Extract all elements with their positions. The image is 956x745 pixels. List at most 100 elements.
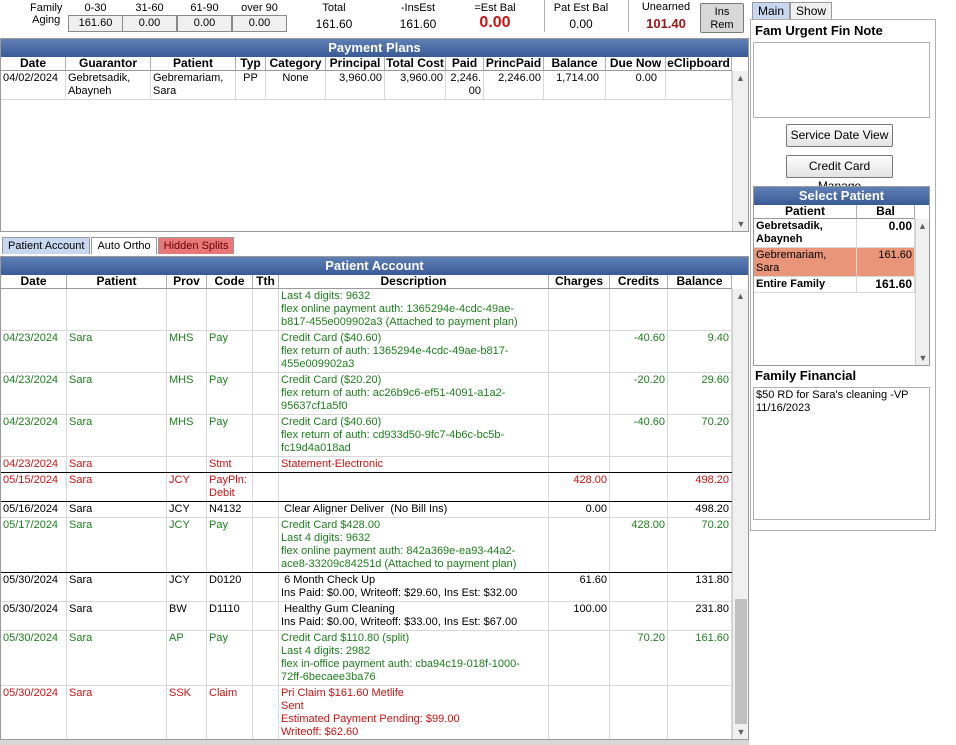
pa-scroll-thumb[interactable] xyxy=(735,599,747,724)
pa-charges: 100.00 xyxy=(549,602,610,630)
pa-date: 05/30/2024 xyxy=(1,573,67,601)
patient-name: Gebretsadik, Abayneh xyxy=(754,219,857,247)
tab-patient-account[interactable]: Patient Account xyxy=(2,237,91,254)
pa-description xyxy=(279,473,549,501)
pa-code: Pay xyxy=(207,373,253,414)
tab-hidden-splits[interactable]: Hidden Splits xyxy=(157,237,235,254)
pa-code: D1110 xyxy=(207,602,253,630)
pa-col-credits[interactable]: Credits xyxy=(610,275,668,288)
pp-col-total-cost[interactable]: Total Cost xyxy=(385,57,446,70)
scroll-down-icon[interactable]: ▼ xyxy=(733,725,748,739)
ins-rem-button[interactable]: Ins Rem xyxy=(700,3,744,33)
patient-row-entire-family[interactable]: Entire Family 161.60 xyxy=(754,277,915,293)
fam-urgent-fin-note-textbox[interactable] xyxy=(753,42,930,118)
patest-value: 0.00 xyxy=(569,17,593,31)
account-row[interactable]: 05/30/2024 Sara BW D1110 Healthy Gum Cleani… xyxy=(1,602,732,631)
pa-credits: -40.60 xyxy=(610,415,668,456)
account-row[interactable]: 05/30/2024 Sara AP Pay Credit Card $110.80 (… xyxy=(1,631,732,686)
pp-scrollbar[interactable]: ▲ ▼ xyxy=(732,71,748,231)
scroll-down-icon[interactable]: ▼ xyxy=(733,217,749,231)
patient-account-header: Date Patient Prov Code Tth Description C… xyxy=(1,275,732,289)
account-row[interactable]: 04/23/2024 Sara MHS Pay Credit Card ($40.60)… xyxy=(1,331,732,373)
pa-description: Pri Claim $161.60 Metlife Sent Estimated… xyxy=(279,686,549,739)
account-row[interactable]: 04/23/2024 Sara MHS Pay Credit Card ($40.60)… xyxy=(1,415,732,457)
pp-col-paid[interactable]: Paid xyxy=(446,57,484,70)
scroll-up-icon[interactable]: ▲ xyxy=(733,71,748,85)
aging-label: Aging xyxy=(32,14,61,26)
pa-tth xyxy=(253,602,279,630)
pa-col-charges[interactable]: Charges xyxy=(549,275,610,288)
sp-col-bal[interactable]: Bal xyxy=(857,205,915,218)
patient-name: Gebremariam, Sara xyxy=(754,248,857,276)
payment-plan-row[interactable]: 04/02/2024 Gebretsadik, Abayneh Gebremar… xyxy=(1,71,732,100)
account-row[interactable]: 05/30/2024 Sara JCY D0120 6 Month Check Up … xyxy=(1,573,732,602)
pp-col-due-now[interactable]: Due Now xyxy=(606,57,666,70)
account-row[interactable]: 05/30/2024 Sara SSK Claim Pri Claim $161.60 … xyxy=(1,686,732,739)
pa-prov xyxy=(167,457,207,472)
credit-card-manage-button[interactable]: Credit Card Manage xyxy=(786,155,893,193)
aging-31-60-value: 0.00 xyxy=(122,15,177,32)
pp-patient: Gebremariam, Sara xyxy=(151,71,236,99)
pp-col-guarantor[interactable]: Guarantor xyxy=(66,57,151,70)
account-row[interactable]: Last 4 digits: 9632 flex online payment … xyxy=(1,289,732,331)
pa-prov: SSK xyxy=(167,686,207,739)
pa-date: 04/23/2024 xyxy=(1,331,67,372)
patient-account-rows: Last 4 digits: 9632 flex online payment … xyxy=(1,289,732,739)
pp-col-category[interactable]: Category xyxy=(266,57,326,70)
pa-col-balance[interactable]: Balance xyxy=(668,275,732,288)
patient-bal: 161.60 xyxy=(857,277,915,292)
service-date-view-button[interactable]: Service Date View xyxy=(786,124,893,147)
pa-patient: Sara xyxy=(67,373,167,414)
pa-code xyxy=(207,289,253,330)
pa-col-description[interactable]: Description xyxy=(279,275,549,288)
tab-main[interactable]: Main xyxy=(752,2,791,19)
pa-prov: BW xyxy=(167,602,207,630)
pa-credits xyxy=(610,686,668,739)
pp-col-principal[interactable]: Principal xyxy=(326,57,385,70)
select-patient-panel: Select Patient Patient Bal Gebretsadik, … xyxy=(753,186,930,366)
account-row[interactable]: 05/15/2024 Sara JCY PayPln: Debit 428.00 498.… xyxy=(1,473,732,502)
pa-date: 04/23/2024 xyxy=(1,457,67,472)
pp-col-eclipboard[interactable]: eClipboard xyxy=(666,57,732,70)
account-tabs: Patient Account Auto Ortho Hidden Splits xyxy=(2,237,235,254)
patient-row-gebretsadik[interactable]: Gebretsadik, Abayneh 0.00 xyxy=(754,219,915,248)
total-label: Total xyxy=(322,2,346,14)
account-row[interactable]: 04/23/2024 Sara MHS Pay Credit Card ($20.20)… xyxy=(1,373,732,415)
pa-tth xyxy=(253,473,279,501)
pa-description: 6 Month Check Up Ins Paid: $0.00, Writeo… xyxy=(279,573,549,601)
pp-guarantor: Gebretsadik, Abayneh xyxy=(66,71,151,99)
estbal-value: 0.00 xyxy=(479,14,511,31)
pa-col-code[interactable]: Code xyxy=(207,275,253,288)
estbal-label: =Est Bal xyxy=(474,2,516,14)
patient-row-gebremariam[interactable]: Gebremariam, Sara 161.60 xyxy=(754,248,915,277)
pa-col-tth[interactable]: Tth xyxy=(253,275,279,288)
pp-col-patient[interactable]: Patient xyxy=(151,57,236,70)
sp-col-patient[interactable]: Patient xyxy=(754,205,857,218)
pa-charges: 61.60 xyxy=(549,573,610,601)
pa-col-prov[interactable]: Prov xyxy=(167,275,207,288)
account-row[interactable]: 05/17/2024 Sara JCY Pay Credit Card $428.00 … xyxy=(1,518,732,573)
pa-charges xyxy=(549,631,610,685)
pa-col-date[interactable]: Date xyxy=(1,275,67,288)
scroll-down-icon[interactable]: ▼ xyxy=(916,351,930,365)
pp-col-date[interactable]: Date xyxy=(1,57,66,70)
tab-auto-ortho[interactable]: Auto Ortho xyxy=(91,237,157,254)
pa-balance: 70.20 xyxy=(668,518,732,572)
sp-scrollbar[interactable]: ▲ ▼ xyxy=(915,219,929,365)
select-patient-title: Select Patient xyxy=(754,187,929,205)
pp-col-typ[interactable]: Typ xyxy=(236,57,266,70)
account-row[interactable]: 05/16/2024 Sara JCY N4132 Clear Aligner Del… xyxy=(1,502,732,518)
scroll-up-icon[interactable]: ▲ xyxy=(916,219,929,233)
tab-show[interactable]: Show xyxy=(790,2,833,19)
aging-0-30-value: 161.60 xyxy=(68,15,123,32)
pp-col-princpaid[interactable]: PrincPaid xyxy=(484,57,544,70)
bottom-scrollbar[interactable] xyxy=(0,740,749,745)
pp-col-balance[interactable]: Balance xyxy=(544,57,606,70)
scroll-up-icon[interactable]: ▲ xyxy=(733,289,748,303)
pa-scrollbar[interactable]: ▲ ▼ xyxy=(732,289,748,739)
pa-tth xyxy=(253,502,279,517)
pa-col-patient[interactable]: Patient xyxy=(67,275,167,288)
account-row[interactable]: 04/23/2024 Sara Stmt Statement-Electronic xyxy=(1,457,732,473)
pa-prov: JCY xyxy=(167,573,207,601)
family-financial-textbox[interactable]: $50 RD for Sara's cleaning -VP 11/16/202… xyxy=(753,387,930,520)
